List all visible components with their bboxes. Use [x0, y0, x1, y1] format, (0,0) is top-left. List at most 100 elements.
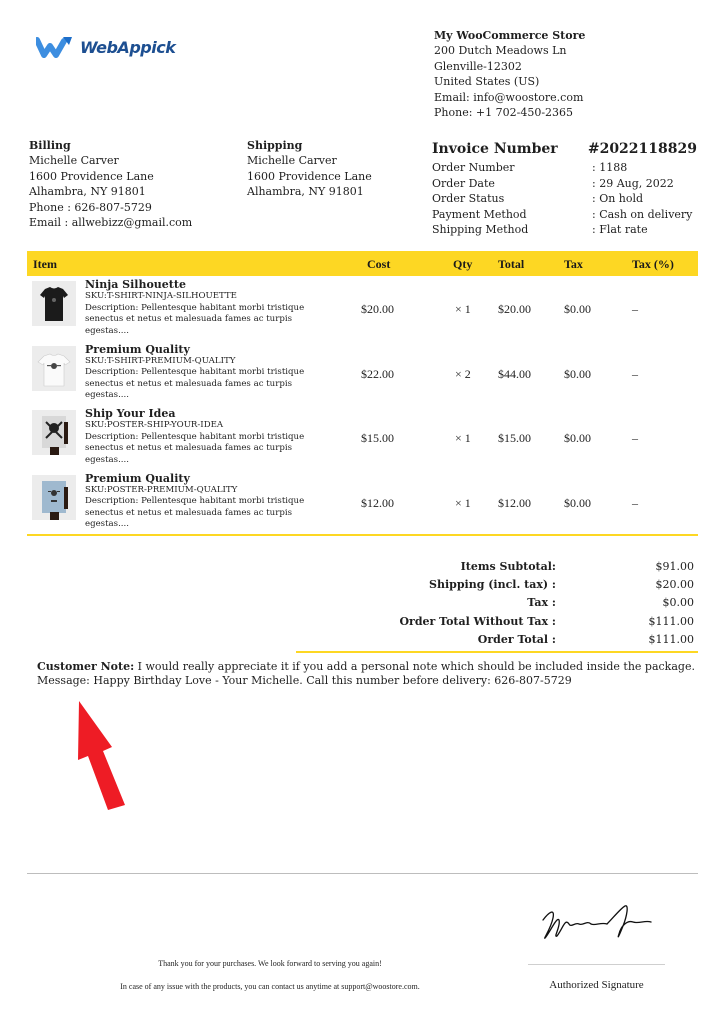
table-header: Item Cost Qty Total Tax Tax (%): [27, 251, 698, 276]
totals-row-tax: Tax : $0.00: [296, 594, 698, 612]
totals-value: $91.00: [655, 560, 695, 573]
product-name: Ship Your Idea: [85, 407, 176, 420]
item-tax-percent: –: [632, 302, 638, 316]
item-qty: × 1: [455, 495, 471, 510]
meta-row-payment-method: Payment Method : Cash on delivery: [432, 207, 697, 223]
table-row: Premium Quality SKU:POSTER-PREMIUM-QUALI…: [27, 470, 698, 535]
shipping-heading: Shipping: [247, 139, 303, 152]
table-row: Ninja Silhouette SKU:T-SHIRT-NINJA-SILHO…: [27, 276, 698, 341]
signature-label: Authorized Signature: [549, 979, 644, 991]
billing-heading: Billing: [29, 139, 71, 152]
totals-row-shipping: Shipping (incl. tax) : $20.00: [296, 576, 698, 594]
totals-row-order-total: Order Total : $111.00: [296, 631, 698, 649]
totals-value: $111.00: [648, 614, 695, 628]
meta-label: Order Number: [432, 161, 515, 174]
footer-thanks: Thank you for your purchases. We look fo…: [158, 959, 382, 968]
product-info: Premium Quality SKU:POSTER-PREMIUM-QUALI…: [85, 472, 325, 531]
product-info: Ninja Silhouette SKU:T-SHIRT-NINJA-SILHO…: [85, 278, 325, 337]
store-info: My WooCommerce Store 200 Dutch Meadows L…: [434, 28, 585, 120]
totals-label: Order Total Without Tax :: [399, 614, 556, 628]
billing-line: Michelle Carver: [29, 154, 119, 168]
totals-row-subtotal: Items Subtotal: $91.00: [296, 558, 698, 576]
billing-phone: Phone : 626-807-5729: [29, 200, 152, 214]
item-total: $44.00: [498, 366, 531, 381]
black-tshirt-thumbnail: [32, 281, 76, 326]
shipping-line: 1600 Providence Lane: [247, 169, 372, 183]
col-header-tax: Tax: [564, 257, 583, 271]
product-name: Premium Quality: [85, 342, 190, 356]
item-cost: $20.00: [361, 302, 394, 316]
billing-line: 1600 Providence Lane: [29, 169, 154, 183]
col-header-cost: Cost: [367, 257, 391, 271]
totals-label: Tax :: [527, 596, 556, 610]
signature-line: [528, 964, 665, 965]
billing-email: Email : allwebizz@gmail.com: [29, 216, 193, 230]
totals-underline: [296, 651, 698, 654]
col-header-qty: Qty: [453, 257, 473, 271]
meta-label: Shipping Method: [432, 223, 529, 236]
totals-value: $0.00: [662, 596, 695, 610]
product-description: Description: Pellentesque habitant morbi…: [85, 367, 305, 401]
item-tax: $0.00: [564, 495, 591, 510]
item-qty: × 1: [455, 302, 471, 316]
product-sku: SKU:T-SHIRT-NINJA-SILHOUETTE: [85, 291, 237, 301]
item-tax-percent: –: [632, 366, 638, 381]
shipping-address: Shipping Michelle Carver 1600 Providence…: [247, 138, 372, 200]
product-description: Description: Pellentesque habitant morbi…: [85, 496, 305, 530]
customer-note: Customer Note: I would really appreciate…: [37, 660, 697, 688]
item-cost: $22.00: [361, 366, 394, 381]
meta-label: Payment Method: [432, 207, 527, 221]
product-name: Premium Quality: [85, 471, 190, 485]
item-cost: $12.00: [361, 495, 394, 510]
blue-poster-thumbnail: [32, 474, 76, 520]
table-row: Ship Your Idea SKU:POSTER-SHIP-YOUR-IDEA…: [27, 405, 698, 470]
items-table: Item Cost Qty Total Tax Tax (%) Ninja Si…: [27, 251, 698, 536]
footer-divider: [27, 873, 698, 874]
item-tax: $0.00: [564, 302, 591, 316]
invoice-number-row: Invoice Number #2022118829: [432, 139, 697, 159]
totals-value: $20.00: [655, 578, 695, 592]
billing-line: Alhambra, NY 91801: [29, 185, 146, 199]
product-name: Ninja Silhouette: [85, 278, 186, 291]
totals-label: Order Total :: [477, 632, 556, 646]
totals-row-total-without-tax: Order Total Without Tax : $111.00: [296, 613, 698, 631]
item-tax: $0.00: [564, 366, 591, 381]
meta-value: : Flat rate: [592, 223, 648, 236]
product-info: Premium Quality SKU:T-SHIRT-PREMIUM-QUAL…: [85, 343, 325, 402]
item-tax-percent: –: [632, 431, 638, 445]
col-header-item: Item: [33, 257, 57, 271]
meta-label: Order Date: [432, 176, 495, 190]
store-address-line: Glenville-12302: [434, 59, 522, 73]
store-name: My WooCommerce Store: [434, 29, 586, 42]
item-qty: × 1: [455, 431, 471, 445]
item-total: $15.00: [498, 431, 531, 445]
meta-value: : 1188: [592, 161, 628, 174]
store-phone: Phone: +1 702-450-2365: [434, 106, 574, 120]
customer-note-label: Customer Note:: [37, 660, 135, 673]
totals-label: Shipping (incl. tax) :: [429, 578, 556, 592]
logo-text: WebAppick: [80, 37, 176, 57]
table-body: Ninja Silhouette SKU:T-SHIRT-NINJA-SILHO…: [27, 276, 698, 534]
totals-label: Items Subtotal:: [460, 560, 556, 573]
meta-label: Order Status: [432, 192, 505, 205]
meta-value: : 29 Aug, 2022: [592, 176, 674, 190]
item-qty: × 2: [455, 366, 471, 381]
customer-note-text: I would really appreciate it if you add …: [37, 660, 695, 687]
item-total: $12.00: [498, 495, 531, 510]
col-header-total: Total: [498, 257, 525, 271]
product-sku: SKU:POSTER-PREMIUM-QUALITY: [85, 484, 238, 495]
meta-row-order-date: Order Date : 29 Aug, 2022: [432, 176, 697, 192]
col-header-tax-percent: Tax (%): [632, 257, 674, 271]
table-bottom-border: [27, 534, 698, 536]
white-tshirt-thumbnail: [32, 345, 76, 391]
product-sku: SKU:T-SHIRT-PREMIUM-QUALITY: [85, 355, 236, 366]
meta-row-order-number: Order Number : 1188: [432, 160, 697, 176]
brand-logo: WebAppick: [36, 36, 176, 58]
meta-row-order-status: Order Status : On hold: [432, 191, 697, 207]
footer-contact: In case of any issue with the products, …: [120, 982, 420, 991]
item-tax: $0.00: [564, 431, 591, 445]
product-description: Description: Pellentesque habitant morbi…: [85, 431, 305, 465]
item-cost: $15.00: [361, 431, 394, 445]
order-totals: Items Subtotal: $91.00 Shipping (incl. t…: [296, 558, 698, 654]
product-info: Ship Your Idea SKU:POSTER-SHIP-YOUR-IDEA…: [85, 407, 325, 466]
